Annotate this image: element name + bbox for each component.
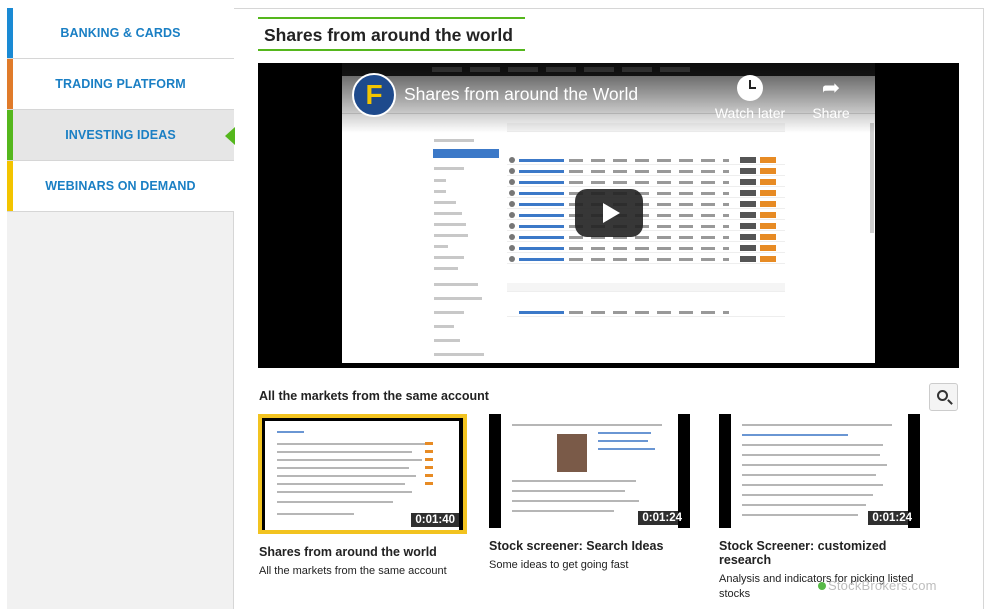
sidebar-item-label: TRADING PLATFORM [55,77,186,91]
page-title: Shares from around the world [258,17,525,51]
video-duration-badge: 0:01:24 [638,511,686,525]
sidebar-item-trading-platform[interactable]: TRADING PLATFORM [7,59,234,110]
watermark: StockBrokers.com [818,578,937,593]
playlist-item-description: All the markets from the same account [259,565,447,577]
video-duration-badge: 0:01:40 [411,513,459,527]
share-button[interactable]: ➦ Share [806,75,856,121]
share-label: Share [812,105,850,121]
playlist-item-description: Some ideas to get going fast [489,559,629,571]
sidebar-accent-bar [7,161,13,211]
playlist-item-title[interactable]: Stock Screener: customized research [719,539,934,567]
sidebar-item-investing-ideas[interactable]: INVESTING IDEAS [7,110,235,161]
playlist-item-thumbnail[interactable]: 0:01:24 [489,414,690,528]
playlist-item-thumbnail[interactable]: 0:01:40 [258,414,467,534]
sidebar-nav: BANKING & CARDS TRADING PLATFORM INVESTI… [7,8,235,609]
sidebar-item-label: INVESTING IDEAS [65,128,176,142]
playlist-item-title[interactable]: Shares from around the world [259,545,489,559]
video-duration-badge: 0:01:24 [868,511,916,525]
channel-logo[interactable]: F [352,73,396,117]
search-icon [936,390,948,401]
playlist-title: All the markets from the same account [259,389,489,403]
sidebar-accent-bar [7,8,13,58]
video-player[interactable]: F Shares from around the World Watch lat… [258,63,959,368]
play-button[interactable] [575,189,643,237]
playlist-search-button[interactable] [929,383,958,411]
watermark-text: StockBrokers.com [828,578,937,593]
playlist-item-title[interactable]: Stock screener: Search Ideas [489,539,704,553]
playlist-item-thumbnail[interactable]: 0:01:24 [719,414,920,528]
watermark-logo-icon [818,582,826,590]
sidebar-item-webinars-on-demand[interactable]: WEBINARS ON DEMAND [7,161,234,212]
sidebar-item-label: WEBINARS ON DEMAND [45,179,196,193]
video-title[interactable]: Shares from around the World [404,84,638,105]
clock-icon [737,75,763,101]
active-pointer-icon [225,127,235,145]
sidebar-accent-bar [7,110,13,160]
sidebar-accent-bar [7,59,13,109]
play-icon [602,203,620,223]
watch-later-button[interactable]: Watch later [710,75,790,121]
sidebar-item-banking-cards[interactable]: BANKING & CARDS [7,8,234,59]
share-arrow-icon: ➦ [821,75,841,100]
sidebar-item-label: BANKING & CARDS [60,26,181,40]
watch-later-label: Watch later [714,105,786,121]
